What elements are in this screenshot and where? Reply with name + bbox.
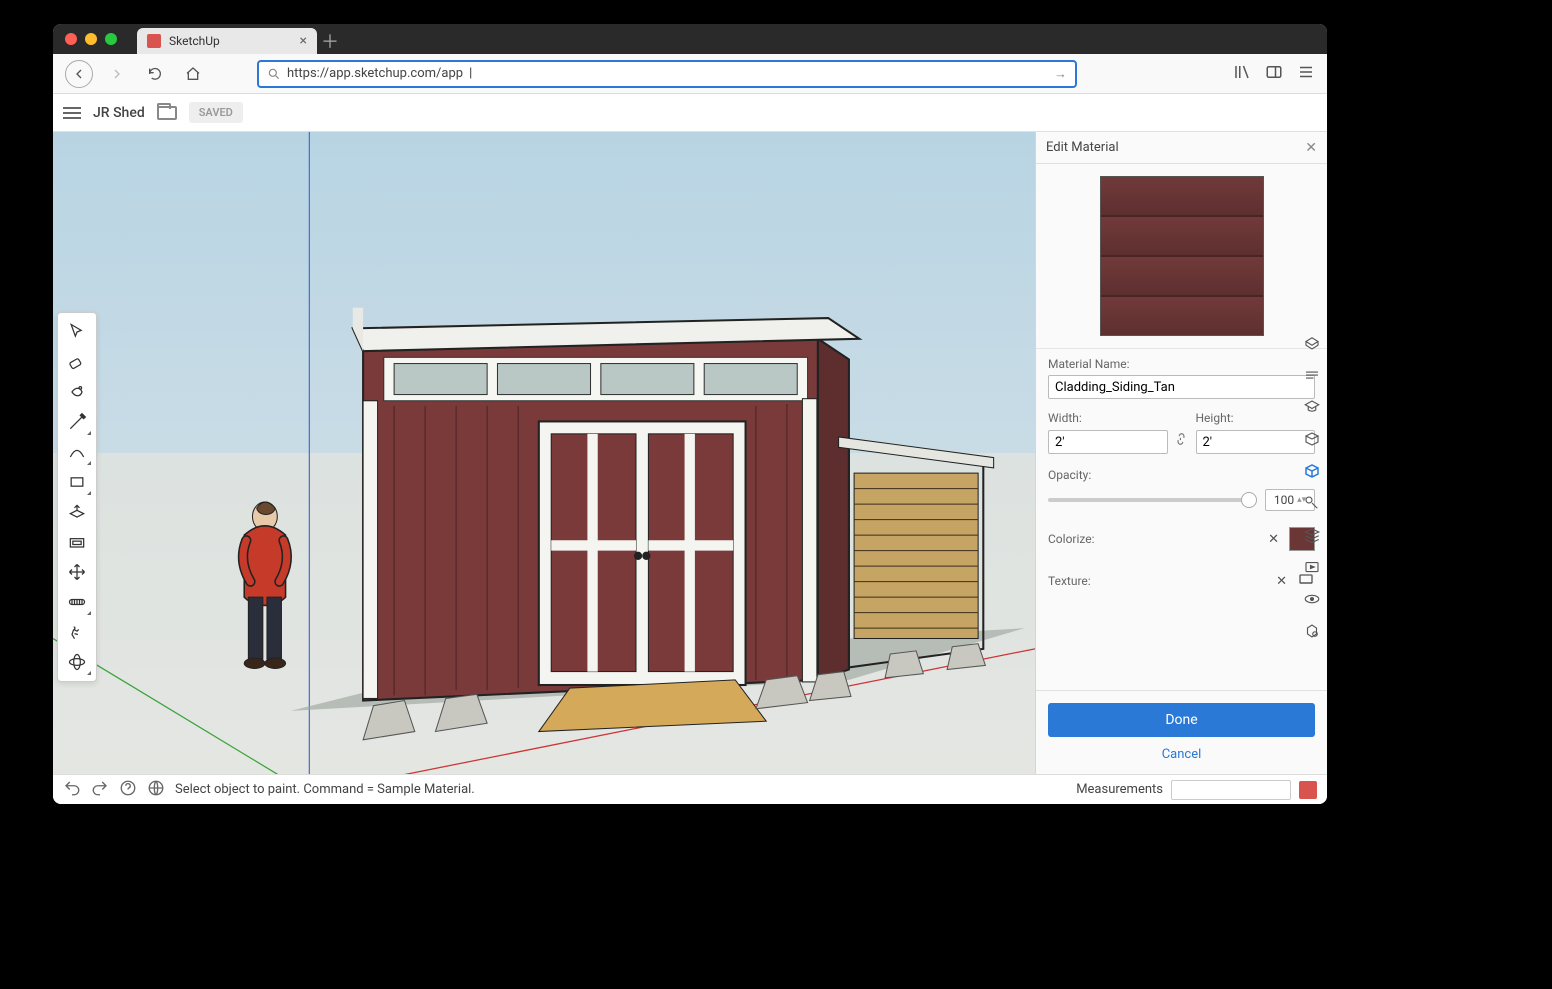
address-bar[interactable]: https://app.sketchup.com/app| → xyxy=(257,60,1077,88)
settings-icon[interactable] xyxy=(1301,620,1323,642)
components-icon[interactable] xyxy=(1301,428,1323,450)
orbit-tool[interactable] xyxy=(61,647,93,677)
redo-icon[interactable] xyxy=(91,779,109,801)
browser-window: SketchUp × ＋ https://app.sketchup.com/ap… xyxy=(53,24,1327,804)
panel-title: Edit Material xyxy=(1046,140,1119,155)
geo-icon[interactable] xyxy=(147,779,165,801)
opacity-slider[interactable] xyxy=(1048,498,1257,502)
browser-tab[interactable]: SketchUp × xyxy=(137,28,317,54)
learn-icon[interactable] xyxy=(1301,396,1323,418)
close-tab-icon[interactable]: × xyxy=(300,33,307,49)
undo-icon[interactable] xyxy=(63,779,81,801)
eraser-tool[interactable] xyxy=(61,347,93,377)
width-label: Width: xyxy=(1048,411,1082,425)
material-name-label: Material Name: xyxy=(1048,357,1315,371)
status-hint: Select object to paint. Command = Sample… xyxy=(175,782,475,797)
entity-info-icon[interactable] xyxy=(1301,332,1323,354)
edit-material-panel: Edit Material ✕ Material Name: Width: xyxy=(1035,132,1327,774)
forward-button[interactable] xyxy=(103,60,131,88)
reload-button[interactable] xyxy=(141,60,169,88)
window-titlebar: SketchUp × ＋ xyxy=(53,24,1327,54)
select-tool[interactable] xyxy=(61,317,93,347)
left-toolbar xyxy=(57,312,97,682)
measurements-label: Measurements xyxy=(1076,782,1163,797)
texture-reset-icon[interactable]: ✕ xyxy=(1276,574,1287,589)
viewport-3d[interactable] xyxy=(53,132,1035,774)
done-button[interactable]: Done xyxy=(1048,703,1315,737)
status-bar: Select object to paint. Command = Sample… xyxy=(53,774,1327,804)
window-controls xyxy=(53,33,117,45)
main-area: Edit Material ✕ Material Name: Width: xyxy=(53,132,1327,774)
right-tray-toolbar xyxy=(1297,332,1327,642)
save-status-badge: SAVED xyxy=(189,102,243,123)
scene-drawing xyxy=(53,132,1035,774)
move-tool[interactable] xyxy=(61,557,93,587)
main-menu-button[interactable] xyxy=(63,107,81,119)
browser-toolbar: https://app.sketchup.com/app| → xyxy=(53,54,1327,94)
paint-bucket-tool[interactable] xyxy=(61,377,93,407)
line-tool[interactable] xyxy=(61,407,93,437)
app-header: JR Shed SAVED xyxy=(53,94,1327,132)
close-panel-icon[interactable]: ✕ xyxy=(1305,140,1317,156)
texture-label: Texture: xyxy=(1048,574,1091,588)
height-label: Height: xyxy=(1196,411,1234,425)
zoom-window-button[interactable] xyxy=(105,33,117,45)
sketchup-favicon xyxy=(147,34,161,48)
file-name: JR Shed xyxy=(93,105,145,121)
tape-tool[interactable] xyxy=(61,587,93,617)
tab-strip: SketchUp × ＋ xyxy=(137,24,343,54)
styles-icon[interactable] xyxy=(1301,492,1323,514)
help-icon[interactable] xyxy=(119,779,137,801)
shape-tool[interactable] xyxy=(61,467,93,497)
library-icon[interactable] xyxy=(1233,63,1251,85)
browser-right-controls xyxy=(1233,63,1315,85)
sketchup-logo-icon xyxy=(1299,781,1317,799)
opacity-label: Opacity: xyxy=(1048,468,1091,482)
walk-tool[interactable] xyxy=(61,617,93,647)
new-tab-button[interactable]: ＋ xyxy=(317,28,343,54)
colorize-label: Colorize: xyxy=(1048,532,1095,546)
material-preview xyxy=(1036,164,1327,349)
open-file-icon[interactable] xyxy=(157,106,177,120)
search-icon xyxy=(267,67,281,81)
measurements-input[interactable] xyxy=(1171,780,1291,800)
tab-title: SketchUp xyxy=(169,34,220,48)
cancel-button[interactable]: Cancel xyxy=(1048,747,1315,762)
material-name-input[interactable] xyxy=(1048,375,1315,399)
home-button[interactable] xyxy=(179,60,207,88)
link-aspect-icon[interactable] xyxy=(1174,432,1190,454)
url-text: https://app.sketchup.com/app xyxy=(287,66,463,81)
materials-icon[interactable] xyxy=(1301,460,1323,482)
offset-tool[interactable] xyxy=(61,527,93,557)
panel-header: Edit Material ✕ xyxy=(1036,132,1327,164)
arc-tool[interactable] xyxy=(61,437,93,467)
width-input[interactable] xyxy=(1048,430,1168,454)
close-window-button[interactable] xyxy=(65,33,77,45)
instructor-icon[interactable] xyxy=(1301,364,1323,386)
back-button[interactable] xyxy=(65,60,93,88)
sidebar-icon[interactable] xyxy=(1265,63,1283,85)
scenes-icon[interactable] xyxy=(1301,556,1323,578)
display-icon[interactable] xyxy=(1301,588,1323,610)
pushpull-tool[interactable] xyxy=(61,497,93,527)
go-arrow-icon[interactable]: → xyxy=(1054,66,1067,82)
material-swatch[interactable] xyxy=(1100,176,1264,336)
menu-icon[interactable] xyxy=(1297,63,1315,85)
layers-icon[interactable] xyxy=(1301,524,1323,546)
colorize-reset-icon[interactable]: ✕ xyxy=(1268,532,1279,547)
minimize-window-button[interactable] xyxy=(85,33,97,45)
